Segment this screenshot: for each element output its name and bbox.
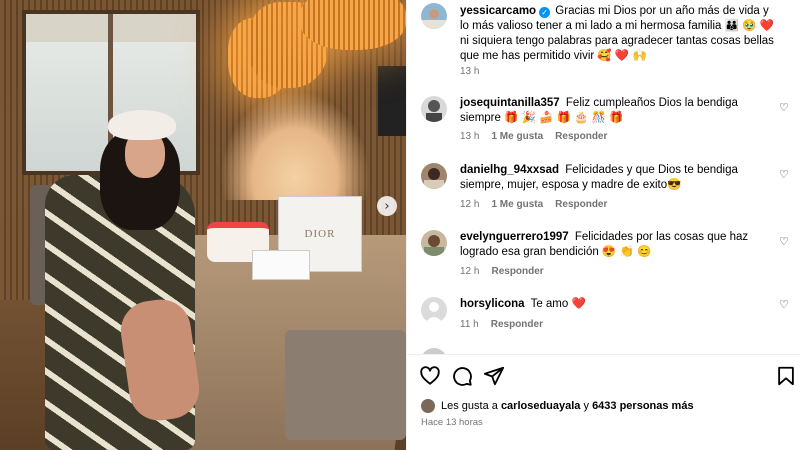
posted-time[interactable]: Hace 13 horas <box>421 417 483 428</box>
comment-body: danielhg_94xxsad Felicidades y que Dios … <box>460 163 778 193</box>
avatar-image <box>421 163 447 189</box>
reply-button[interactable]: Responder <box>555 131 607 142</box>
caption-body: yessicarcamo ✓ Gracias mi Dios por un año… <box>460 4 778 64</box>
caption-meta: 13 h <box>460 66 479 77</box>
liker-avatar <box>421 399 435 413</box>
post-side-panel: yessicarcamo ✓ Gracias mi Dios por un año… <box>406 0 800 450</box>
comment-username[interactable]: evelynguerrero1997 <box>460 231 569 243</box>
comment-username[interactable]: danielhg_94xxsad <box>460 164 559 176</box>
comment-text: Te amo ❤️ <box>530 298 586 310</box>
comment-like-heart-icon[interactable]: ♡ <box>779 169 791 181</box>
likes-prefix: Les gusta a <box>441 400 498 412</box>
feather-centerpiece <box>220 90 370 200</box>
avatar[interactable] <box>421 3 447 29</box>
comment-meta: 11 h Responder <box>460 319 543 330</box>
comment-meta: 12 h 1 Me gusta Responder <box>460 199 607 210</box>
comment-body: josequintanilla357 Feliz cumpleaños Dios… <box>460 96 778 126</box>
bookmark-icon[interactable] <box>775 365 797 387</box>
verified-badge-icon: ✓ <box>539 7 551 18</box>
paper-plane-icon[interactable] <box>483 365 505 387</box>
avatar[interactable] <box>421 230 447 256</box>
chevron-right-icon: › <box>384 198 390 214</box>
comment-meta: 12 h Responder <box>460 266 544 277</box>
comment-like-heart-icon[interactable]: ♡ <box>779 236 791 248</box>
liked-by-username[interactable]: carloseduayala <box>501 399 581 413</box>
default-avatar-icon <box>421 297 447 323</box>
person-hat <box>108 110 176 140</box>
comment-body: horsylicona Te amo ❤️ <box>460 297 778 312</box>
comment-username[interactable]: horsylicona <box>460 298 525 310</box>
reply-button[interactable]: Responder <box>491 319 543 330</box>
comment-time[interactable]: 12 h <box>460 266 479 277</box>
avatar-image <box>421 230 447 256</box>
comment-meta: 13 h 1 Me gusta Responder <box>460 131 607 142</box>
caption-time[interactable]: 13 h <box>460 66 479 77</box>
like-heart-icon[interactable] <box>419 365 441 387</box>
gift-box <box>252 250 310 280</box>
wall-sign <box>378 66 406 136</box>
comment-likes[interactable]: 1 Me gusta <box>491 199 543 210</box>
caption-username[interactable]: yessicarcamo <box>460 5 536 17</box>
comment-time[interactable]: 11 h <box>460 319 479 330</box>
comments-list[interactable]: yessicarcamo ✓ Gracias mi Dios por un año… <box>407 0 800 354</box>
likes-summary[interactable]: Les gusta a carloseduayala y 6433 person… <box>421 399 694 413</box>
comment-likes[interactable]: 1 Me gusta <box>491 131 543 142</box>
avatar[interactable] <box>421 163 447 189</box>
likes-middle: y <box>583 400 590 412</box>
comment-body: evelynguerrero1997 Felicidades por las c… <box>460 230 778 260</box>
comment-like-heart-icon[interactable]: ♡ <box>779 102 791 114</box>
comment-like-heart-icon[interactable]: ♡ <box>779 299 791 311</box>
avatar[interactable] <box>421 96 447 122</box>
avatar-image <box>421 3 447 29</box>
avatar[interactable] <box>421 297 447 323</box>
pendant-lamp-3 <box>300 0 406 50</box>
reply-button[interactable]: Responder <box>555 199 607 210</box>
reply-button[interactable]: Responder <box>491 266 543 277</box>
others-count[interactable]: 6433 personas más <box>592 399 694 413</box>
comment-bubble-icon[interactable] <box>451 365 473 387</box>
chair <box>285 330 406 440</box>
avatar-image <box>421 96 447 122</box>
next-photo-button[interactable]: › <box>377 196 397 216</box>
comment-username[interactable]: josequintanilla357 <box>460 97 560 109</box>
gift-bag-logo: DIOR <box>304 228 336 240</box>
comment-time[interactable]: 12 h <box>460 199 479 210</box>
comment-time[interactable]: 13 h <box>460 131 479 142</box>
post-actions: Les gusta a carloseduayala y 6433 person… <box>407 354 800 450</box>
post-photo[interactable]: DIOR › <box>0 0 406 450</box>
